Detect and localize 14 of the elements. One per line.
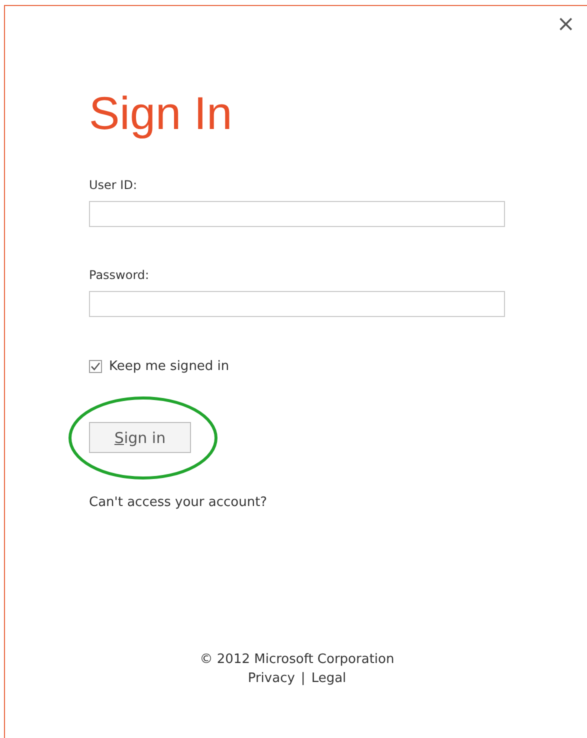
input-field[interactable] [89,201,505,227]
field-label: Password: [89,267,150,283]
footer-link[interactable]: Legal [311,671,346,686]
copyright-text: © 2012 Microsoft Corporation [200,652,394,667]
checkbox-label: Keep me signed in [109,359,230,374]
dialog-title: Sign In [89,86,232,140]
close-button[interactable]: × [552,14,579,36]
link-separator: | [300,671,306,686]
footer-link[interactable]: Privacy [248,671,295,686]
checkbox[interactable] [89,360,102,373]
sign-in-button[interactable]: Sign in [89,422,191,453]
field-label: User ID: [89,177,137,193]
help-link[interactable]: Can't access your account? [89,495,268,510]
input-field[interactable] [89,291,505,317]
